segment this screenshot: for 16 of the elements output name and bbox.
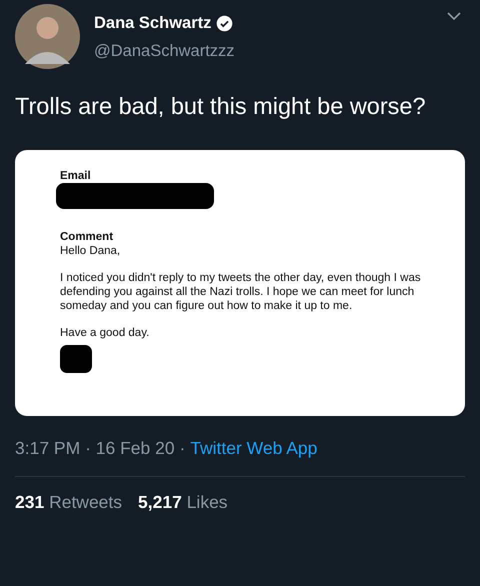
field-label: Comment (60, 231, 114, 243)
author-name[interactable]: Dana Schwartz (94, 14, 212, 33)
stat-count[interactable]: 5,217 Likes (138, 492, 228, 513)
stat-count[interactable]: 231 Retweets (15, 492, 122, 513)
timestamp: 3:17 PM · 16 Feb 20 · (15, 438, 186, 459)
field-label: Email (60, 170, 92, 182)
avatar[interactable] (15, 4, 80, 69)
source-link[interactable]: Twitter Web App (190, 438, 318, 459)
greeting-text: Hello Dana, (60, 244, 122, 258)
chevron-down-icon[interactable] (447, 12, 461, 21)
redaction-mark (60, 345, 92, 373)
attached-document[interactable] (15, 150, 465, 416)
message-paragraph: I noticed you didn't reply to my tweets the other day, even though I was defending you against all the Nazi trolls. I hope we can meet for lunch someday and you can figure out how to make it up to me. (60, 271, 422, 313)
author-handle[interactable]: @DanaSchwartzzz (94, 42, 433, 61)
closing-text: Have a good day. (60, 326, 150, 340)
tweet-text: Trolls are bad, but this might be worse? (15, 92, 427, 121)
